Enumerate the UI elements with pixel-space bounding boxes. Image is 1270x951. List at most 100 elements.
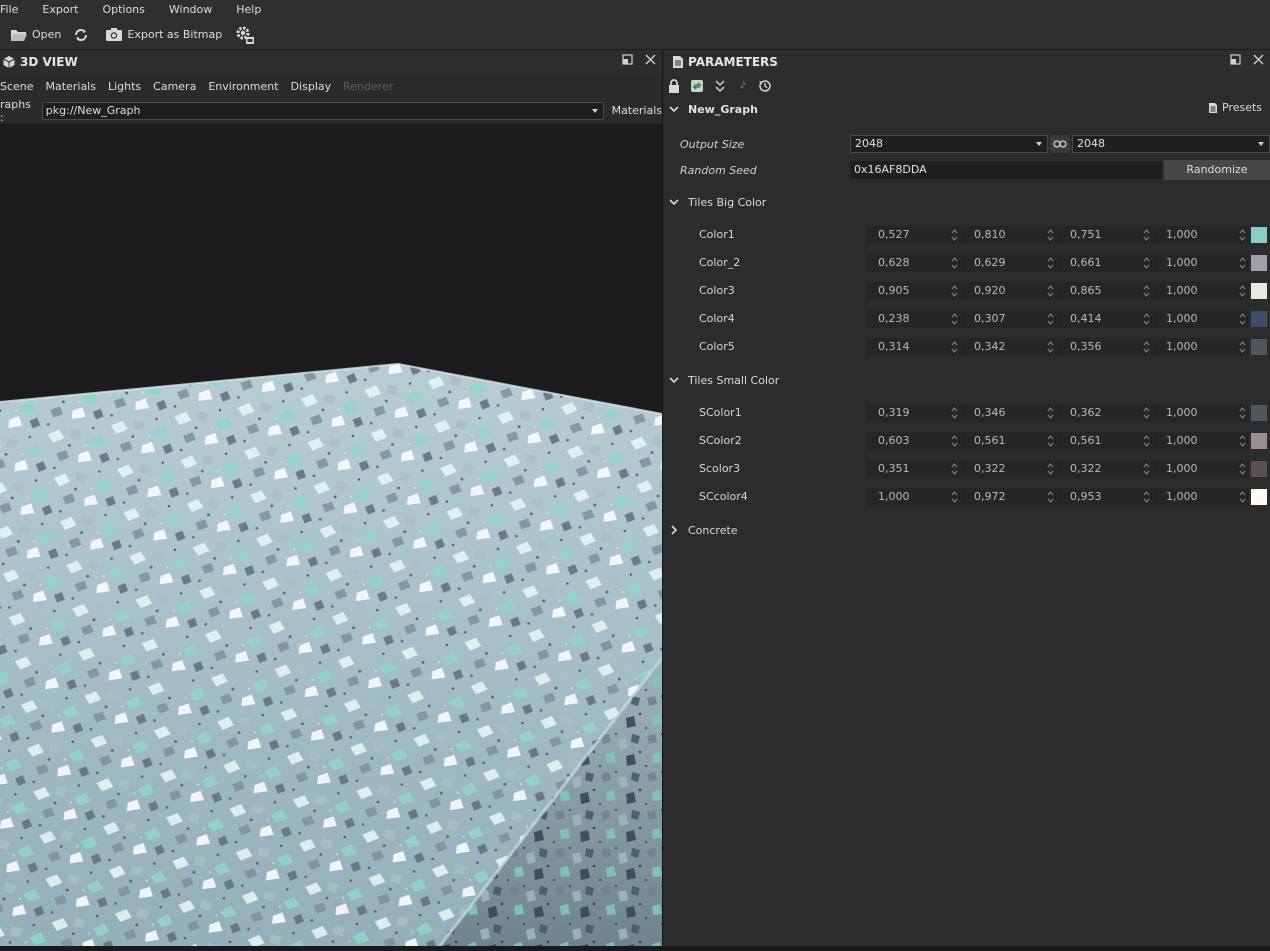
spinner-arrows-icon[interactable] bbox=[1239, 284, 1246, 298]
spinner-arrows-icon[interactable] bbox=[1239, 406, 1246, 420]
channel-g-field[interactable]: 0,307 bbox=[962, 310, 1057, 328]
channel-g-field[interactable]: 0,920 bbox=[962, 282, 1057, 300]
float-panel-icon[interactable] bbox=[622, 54, 633, 65]
spinner-arrows-icon[interactable] bbox=[951, 490, 958, 504]
menu-help[interactable]: Help bbox=[224, 0, 273, 20]
close-panel-icon[interactable] bbox=[1253, 54, 1264, 65]
channel-b-field[interactable]: 0,953 bbox=[1058, 488, 1153, 506]
channel-r-field[interactable]: 0,319 bbox=[866, 404, 961, 422]
channel-b-field[interactable]: 0,561 bbox=[1058, 432, 1153, 450]
channel-b-field[interactable]: 0,865 bbox=[1058, 282, 1153, 300]
spinner-arrows-icon[interactable] bbox=[951, 256, 958, 270]
pin-icon[interactable] bbox=[736, 79, 748, 93]
spinner-arrows-icon[interactable] bbox=[1047, 228, 1054, 242]
spinner-arrows-icon[interactable] bbox=[1143, 434, 1150, 448]
channel-g-field[interactable]: 0,561 bbox=[962, 432, 1057, 450]
random-seed-input[interactable]: 0x16AF8DDA bbox=[850, 161, 1162, 179]
view-menu-scene[interactable]: Scene bbox=[0, 80, 40, 93]
channel-g-field[interactable]: 0,342 bbox=[962, 338, 1057, 356]
view-menu-camera[interactable]: Camera bbox=[147, 80, 202, 93]
channel-a-field[interactable]: 1,000 bbox=[1154, 488, 1249, 506]
randomize-button[interactable]: Randomize bbox=[1164, 160, 1270, 180]
spinner-arrows-icon[interactable] bbox=[1143, 490, 1150, 504]
settings-button[interactable] bbox=[228, 23, 266, 47]
channel-g-field[interactable]: 0,810 bbox=[962, 226, 1057, 244]
color-swatch[interactable] bbox=[1251, 461, 1267, 477]
channel-b-field[interactable]: 0,661 bbox=[1058, 254, 1153, 272]
spinner-arrows-icon[interactable] bbox=[1047, 406, 1054, 420]
spinner-arrows-icon[interactable] bbox=[1239, 434, 1246, 448]
color-swatch[interactable] bbox=[1251, 489, 1267, 505]
spinner-arrows-icon[interactable] bbox=[1143, 228, 1150, 242]
channel-g-field[interactable]: 0,629 bbox=[962, 254, 1057, 272]
group-concrete[interactable]: Concrete bbox=[664, 520, 738, 540]
color-swatch[interactable] bbox=[1251, 283, 1267, 299]
spinner-arrows-icon[interactable] bbox=[951, 340, 958, 354]
channel-r-field[interactable]: 0,314 bbox=[866, 338, 961, 356]
view-menu-lights[interactable]: Lights bbox=[102, 80, 147, 93]
spinner-arrows-icon[interactable] bbox=[1143, 256, 1150, 270]
channel-a-field[interactable]: 1,000 bbox=[1154, 226, 1249, 244]
view-menu-materials[interactable]: Materials bbox=[40, 80, 102, 93]
spinner-arrows-icon[interactable] bbox=[1047, 312, 1054, 326]
reload-button[interactable] bbox=[67, 23, 99, 47]
color-swatch[interactable] bbox=[1251, 433, 1267, 449]
link-inputs-icon[interactable] bbox=[714, 79, 726, 93]
color-swatch[interactable] bbox=[1251, 339, 1267, 355]
spinner-arrows-icon[interactable] bbox=[951, 228, 958, 242]
graph-select[interactable]: pkg://New_Graph bbox=[41, 101, 604, 120]
color-swatch[interactable] bbox=[1251, 311, 1267, 327]
link-size-toggle[interactable] bbox=[1050, 135, 1070, 153]
channel-r-field[interactable]: 1,000 bbox=[866, 488, 961, 506]
channel-g-field[interactable]: 0,346 bbox=[962, 404, 1057, 422]
channel-g-field[interactable]: 0,322 bbox=[962, 460, 1057, 478]
group-tiles-small-color[interactable]: Tiles Small Color bbox=[664, 370, 779, 390]
spinner-arrows-icon[interactable] bbox=[951, 312, 958, 326]
channel-a-field[interactable]: 1,000 bbox=[1154, 404, 1249, 422]
output-size-width-select[interactable]: 2048 bbox=[850, 135, 1048, 153]
channel-a-field[interactable]: 1,000 bbox=[1154, 254, 1249, 272]
spinner-arrows-icon[interactable] bbox=[1143, 462, 1150, 476]
channel-r-field[interactable]: 0,628 bbox=[866, 254, 961, 272]
channel-b-field[interactable]: 0,362 bbox=[1058, 404, 1153, 422]
menu-options[interactable]: Options bbox=[90, 0, 156, 20]
channel-r-field[interactable]: 0,238 bbox=[866, 310, 961, 328]
menu-window[interactable]: Window bbox=[157, 0, 224, 20]
3d-viewport[interactable] bbox=[0, 124, 662, 946]
output-size-height-select[interactable]: 2048 bbox=[1072, 135, 1270, 153]
spinner-arrows-icon[interactable] bbox=[1047, 256, 1054, 270]
spinner-arrows-icon[interactable] bbox=[1143, 340, 1150, 354]
channel-b-field[interactable]: 0,414 bbox=[1058, 310, 1153, 328]
channel-g-field[interactable]: 0,972 bbox=[962, 488, 1057, 506]
channel-a-field[interactable]: 1,000 bbox=[1154, 310, 1249, 328]
color-swatch[interactable] bbox=[1251, 227, 1267, 243]
spinner-arrows-icon[interactable] bbox=[1143, 312, 1150, 326]
spinner-arrows-icon[interactable] bbox=[1239, 340, 1246, 354]
spinner-arrows-icon[interactable] bbox=[1239, 462, 1246, 476]
channel-r-field[interactable]: 0,527 bbox=[866, 226, 961, 244]
reset-history-icon[interactable] bbox=[758, 79, 772, 93]
spinner-arrows-icon[interactable] bbox=[1143, 406, 1150, 420]
spinner-arrows-icon[interactable] bbox=[1047, 434, 1054, 448]
spinner-arrows-icon[interactable] bbox=[1047, 284, 1054, 298]
close-panel-icon[interactable] bbox=[645, 54, 656, 65]
channel-r-field[interactable]: 0,351 bbox=[866, 460, 961, 478]
spinner-arrows-icon[interactable] bbox=[951, 406, 958, 420]
spinner-arrows-icon[interactable] bbox=[1239, 490, 1246, 504]
graph-header[interactable]: New_Graph Presets bbox=[664, 98, 1270, 120]
spinner-arrows-icon[interactable] bbox=[1239, 256, 1246, 270]
view-menu-environment[interactable]: Environment bbox=[202, 80, 284, 93]
spinner-arrows-icon[interactable] bbox=[1047, 462, 1054, 476]
channel-r-field[interactable]: 0,905 bbox=[866, 282, 961, 300]
channel-a-field[interactable]: 1,000 bbox=[1154, 338, 1249, 356]
spinner-arrows-icon[interactable] bbox=[951, 284, 958, 298]
channel-b-field[interactable]: 0,322 bbox=[1058, 460, 1153, 478]
channel-b-field[interactable]: 0,356 bbox=[1058, 338, 1153, 356]
open-button[interactable]: Open bbox=[0, 23, 67, 47]
channel-a-field[interactable]: 1,000 bbox=[1154, 432, 1249, 450]
lock-icon[interactable] bbox=[668, 79, 680, 93]
presets-button[interactable]: Presets bbox=[1208, 101, 1262, 114]
spinner-arrows-icon[interactable] bbox=[951, 434, 958, 448]
spinner-arrows-icon[interactable] bbox=[1047, 490, 1054, 504]
spinner-arrows-icon[interactable] bbox=[1143, 284, 1150, 298]
